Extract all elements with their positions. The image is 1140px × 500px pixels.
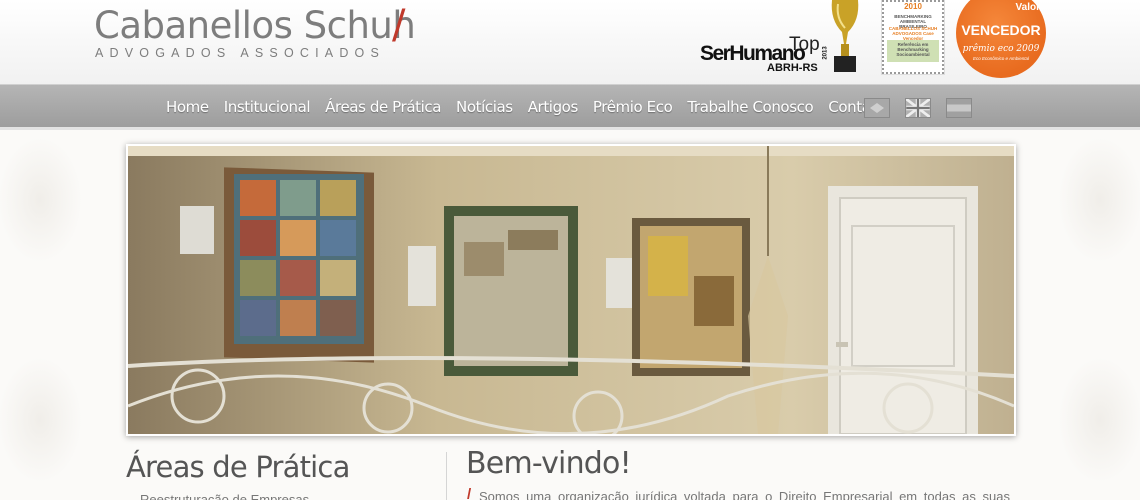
nav-home[interactable]: Home	[166, 98, 209, 116]
top-ser-humano-award[interactable]: Top SerHumano ABRH-RS 2013	[700, 0, 870, 80]
nav-areas-de-pratica[interactable]: Áreas de Prática	[325, 98, 441, 116]
badge-small: Eco Econômico e Ambiental	[972, 56, 1030, 61]
header: Cabanellos Schuh / ADVOGADOS ASSOCIADOS …	[0, 0, 1140, 84]
stamp-line-3: Referência em Benchmarking Socioambienta…	[896, 42, 930, 57]
nav-trabalhe-conosco[interactable]: Trabalhe Conosco	[687, 98, 813, 116]
language-flags	[864, 98, 972, 118]
sidebar-link-reestruturacao[interactable]: Reestruturação de Empresas	[140, 492, 309, 500]
nav-premio-eco[interactable]: Prêmio Eco	[593, 98, 673, 116]
logo-subtitle: ADVOGADOS ASSOCIADOS	[95, 46, 386, 60]
nav-items: Home Institucional Áreas de Prática Notí…	[166, 98, 900, 116]
welcome-intro: Somos uma organização jurídica voltada p…	[479, 489, 1010, 500]
award-abrh-text: ABRH-RS	[767, 62, 818, 74]
sidebar-title: Áreas de Prática	[126, 450, 350, 484]
brazil-flag-icon[interactable]	[864, 98, 890, 118]
office-gallery-photo	[128, 146, 1014, 434]
stamp-year: 2010	[904, 2, 922, 11]
vencedor-premio-eco-badge[interactable]: Valor VENCEDOR prêmio eco 2009 Eco Econô…	[956, 0, 1046, 78]
spain-flag-icon[interactable]	[946, 98, 972, 118]
welcome-title: Bem-vindo!	[466, 446, 632, 481]
nav-noticias[interactable]: Notícias	[456, 98, 513, 116]
benchmarking-stamp[interactable]: 2010 BENCHMARKING AMBIENTAL BRASILEIRO C…	[881, 0, 945, 75]
logo-slash: /	[392, 2, 406, 48]
trophy-icon	[831, 0, 859, 72]
main-nav: Home Institucional Áreas de Prática Notí…	[0, 84, 1140, 130]
badge-premio: prêmio eco 2009	[962, 44, 1040, 54]
stamp-line-2: CABANELLOS SCHUH ADVOGADOS Case Vencedor	[888, 26, 938, 41]
award-year-text: 2013	[822, 46, 829, 60]
nav-artigos[interactable]: Artigos	[528, 98, 579, 116]
hero-photo	[126, 144, 1016, 436]
welcome-slash: /	[467, 486, 472, 500]
nav-institucional[interactable]: Institucional	[224, 98, 311, 116]
uk-flag-icon[interactable]	[905, 98, 931, 118]
logo-title[interactable]: Cabanellos Schuh	[94, 4, 416, 47]
content-divider	[446, 452, 447, 500]
badge-vencedor: VENCEDOR	[961, 22, 1041, 38]
badge-valor: Valor	[1015, 2, 1040, 13]
